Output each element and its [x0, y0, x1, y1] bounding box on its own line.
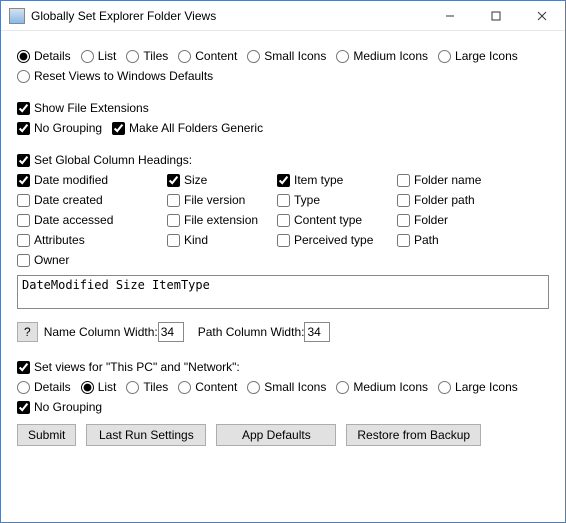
radio-content-label: Content	[195, 49, 237, 63]
check-path[interactable]: Path	[397, 233, 517, 247]
check-file-version[interactable]: File version	[167, 193, 267, 207]
check-show-file-ext-label: Show File Extensions	[34, 101, 149, 115]
check-date-modified[interactable]: Date modified	[17, 173, 157, 187]
radio-medium-icons[interactable]: Medium Icons	[336, 49, 428, 63]
check-set-views-thispc[interactable]: Set views for "This PC" and "Network":	[17, 360, 240, 374]
check-kind[interactable]: Kind	[167, 233, 267, 247]
submit-button[interactable]: Submit	[17, 424, 76, 446]
radio-tiles-label: Tiles	[143, 49, 168, 63]
radio2-small-icons[interactable]: Small Icons	[247, 380, 326, 394]
check-owner[interactable]: Owner	[17, 253, 157, 267]
check-file-extension[interactable]: File extension	[167, 213, 267, 227]
minimize-button[interactable]	[427, 1, 473, 30]
check-item-type[interactable]: Item type	[277, 173, 387, 187]
maximize-button[interactable]	[473, 1, 519, 30]
radio-list[interactable]: List	[81, 49, 117, 63]
radio-content[interactable]: Content	[178, 49, 237, 63]
columns-grid: Date modified Size Item type Folder name…	[17, 173, 549, 267]
view-mode-group: Details List Tiles Content Small Icons M…	[17, 49, 549, 63]
radio2-content[interactable]: Content	[178, 380, 237, 394]
check-folder-name[interactable]: Folder name	[397, 173, 517, 187]
check-make-generic[interactable]: Make All Folders Generic	[112, 121, 263, 135]
radio-small-icons-label: Small Icons	[264, 49, 326, 63]
check-type[interactable]: Type	[277, 193, 387, 207]
radio-reset-views-label: Reset Views to Windows Defaults	[34, 69, 213, 83]
radio-large-icons[interactable]: Large Icons	[438, 49, 518, 63]
radio-list-label: List	[98, 49, 117, 63]
radio2-list[interactable]: List	[81, 380, 117, 394]
check-content-type[interactable]: Content type	[277, 213, 387, 227]
footer-buttons: Submit Last Run Settings App Defaults Re…	[17, 424, 549, 446]
check-make-generic-label: Make All Folders Generic	[129, 121, 263, 135]
check-folder[interactable]: Folder	[397, 213, 517, 227]
check-date-created[interactable]: Date created	[17, 193, 157, 207]
radio-details[interactable]: Details	[17, 49, 71, 63]
radio-reset-views[interactable]: Reset Views to Windows Defaults	[17, 69, 213, 83]
path-col-width-input[interactable]	[304, 322, 330, 342]
radio2-tiles[interactable]: Tiles	[126, 380, 168, 394]
titlebar: Globally Set Explorer Folder Views	[1, 1, 565, 31]
check-show-file-ext[interactable]: Show File Extensions	[17, 101, 149, 115]
check-set-columns[interactable]: Set Global Column Headings:	[17, 153, 192, 167]
check-no-grouping-label: No Grouping	[34, 121, 102, 135]
check-perceived-type[interactable]: Perceived type	[277, 233, 387, 247]
radio2-details[interactable]: Details	[17, 380, 71, 394]
radio-details-label: Details	[34, 49, 71, 63]
check-attributes[interactable]: Attributes	[17, 233, 157, 247]
radio-small-icons[interactable]: Small Icons	[247, 49, 326, 63]
check-date-accessed[interactable]: Date accessed	[17, 213, 157, 227]
columns-text-input[interactable]	[17, 275, 549, 309]
close-button[interactable]	[519, 1, 565, 30]
last-run-button[interactable]: Last Run Settings	[86, 424, 206, 446]
content-area: Details List Tiles Content Small Icons M…	[1, 31, 565, 456]
name-col-width-input[interactable]	[158, 322, 184, 342]
view-mode-group-2: Details List Tiles Content Small Icons M…	[17, 380, 549, 394]
help-button[interactable]: ?	[17, 322, 38, 342]
radio2-large-icons[interactable]: Large Icons	[438, 380, 518, 394]
radio2-medium-icons[interactable]: Medium Icons	[336, 380, 428, 394]
radio-tiles[interactable]: Tiles	[126, 49, 168, 63]
radio-medium-icons-label: Medium Icons	[353, 49, 428, 63]
window-buttons	[427, 1, 565, 30]
window-title: Globally Set Explorer Folder Views	[31, 9, 427, 23]
restore-button[interactable]: Restore from Backup	[346, 424, 481, 446]
app-defaults-button[interactable]: App Defaults	[216, 424, 336, 446]
check-no-grouping-2[interactable]: No Grouping	[17, 400, 102, 414]
path-col-width-label: Path Column Width:	[198, 325, 305, 339]
check-set-views-thispc-label: Set views for "This PC" and "Network":	[34, 360, 240, 374]
check-folder-path[interactable]: Folder path	[397, 193, 517, 207]
check-set-columns-label: Set Global Column Headings:	[34, 153, 192, 167]
radio-large-icons-label: Large Icons	[455, 49, 518, 63]
name-col-width-label: Name Column Width:	[44, 325, 158, 339]
app-icon	[9, 8, 25, 24]
check-no-grouping[interactable]: No Grouping	[17, 121, 102, 135]
check-size[interactable]: Size	[167, 173, 267, 187]
